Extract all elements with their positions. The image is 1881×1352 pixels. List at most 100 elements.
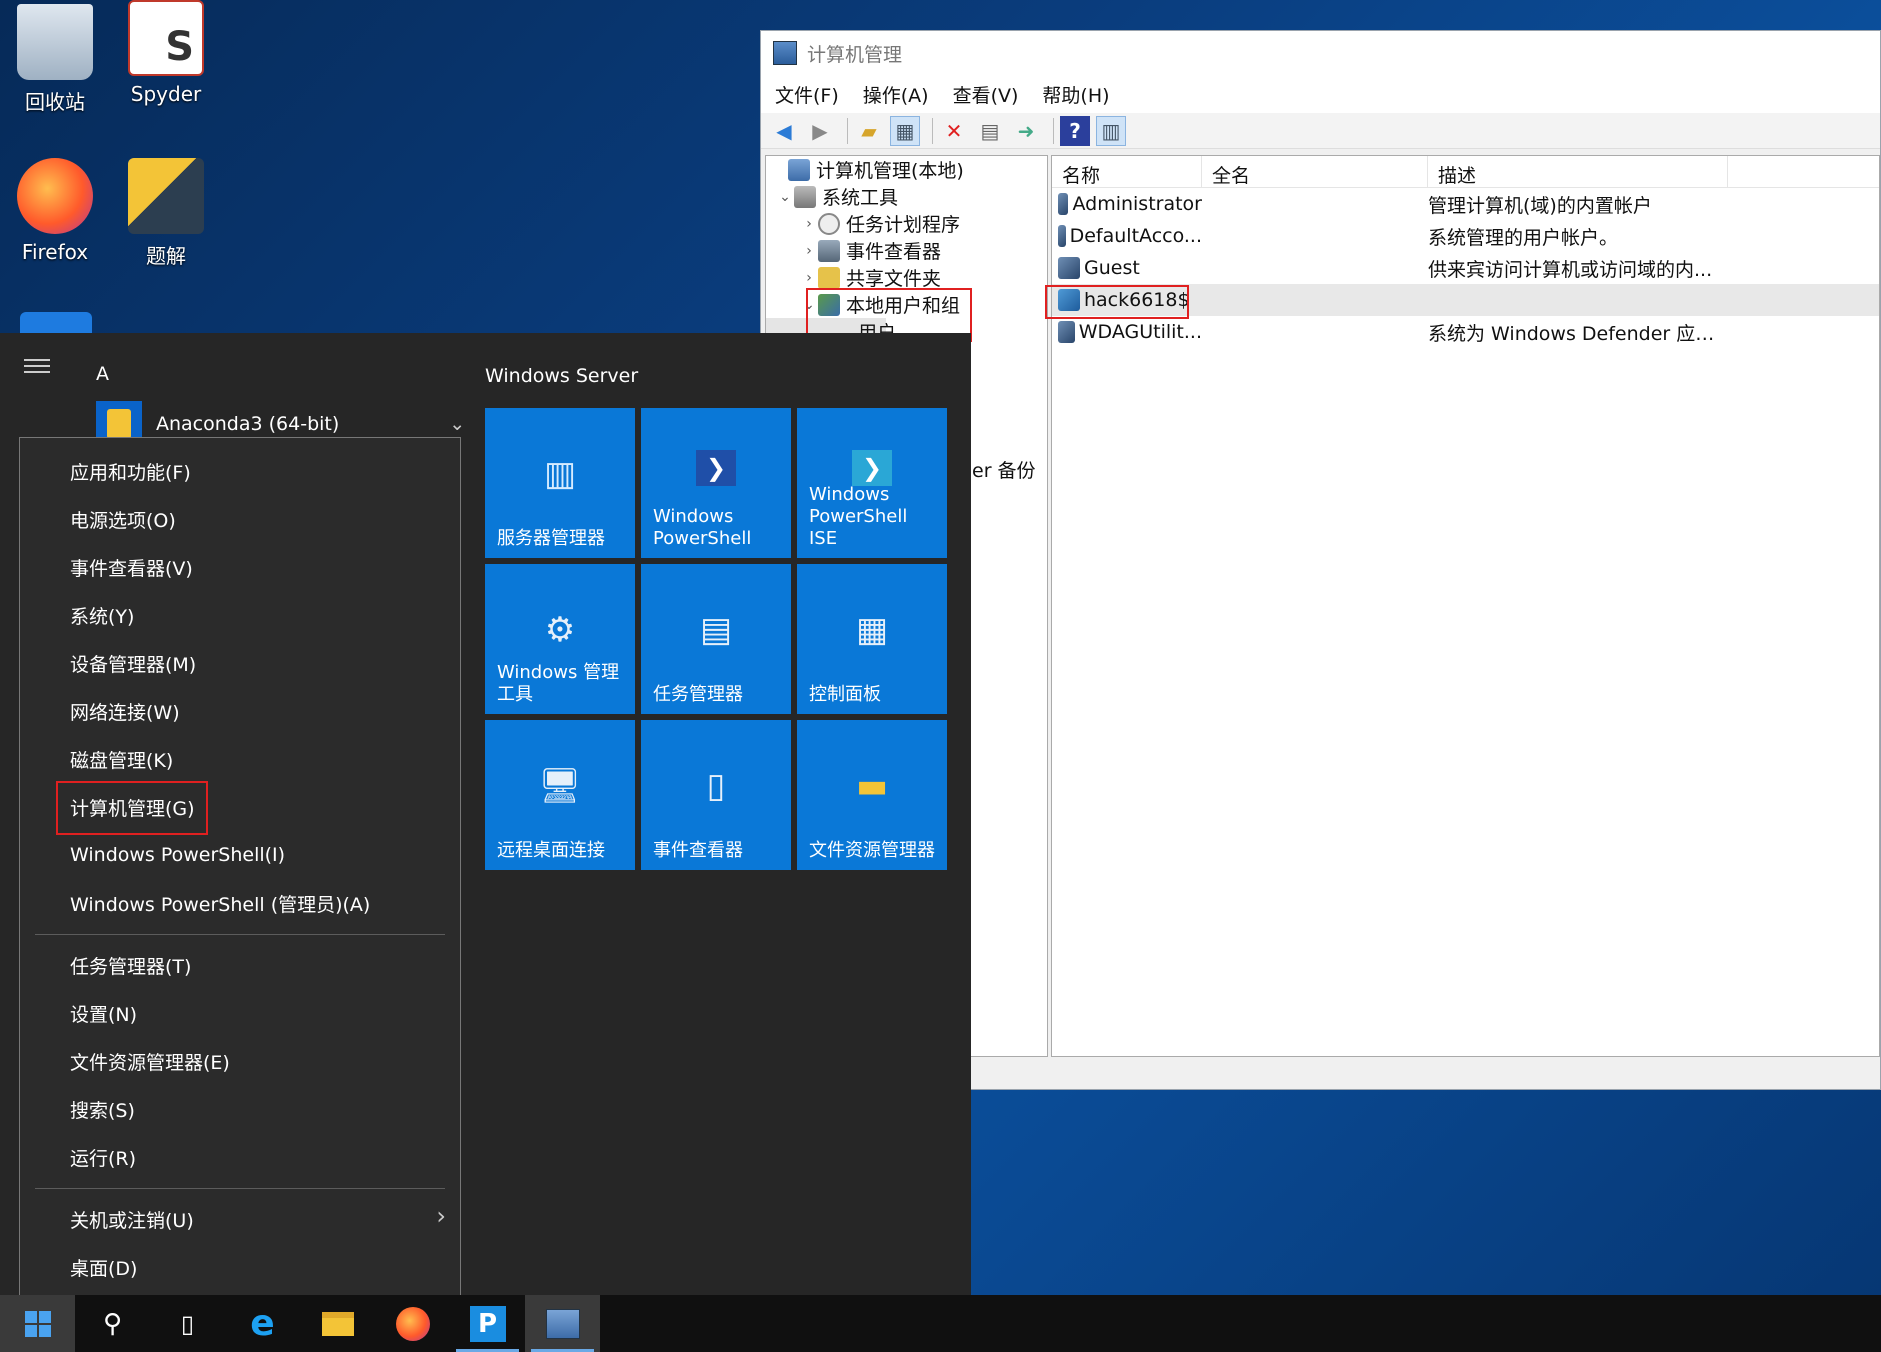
desktop-icon-firefox[interactable]: Firefox xyxy=(0,158,110,264)
chevron-down-icon: ⌄ xyxy=(449,413,466,435)
user-icon xyxy=(1058,193,1069,215)
file-explorer-button[interactable] xyxy=(300,1295,375,1352)
menu-item-shutdown[interactable]: 关机或注销(U) xyxy=(70,1204,194,1234)
user-row[interactable]: WDAGUtilit... 系统为 Windows Defender 应用... xyxy=(1052,316,1879,348)
user-row[interactable]: Guest 供来宾访问计算机或访问域的内... xyxy=(1052,252,1879,284)
search-icon: ⚲ xyxy=(102,1308,123,1339)
menu-item-search[interactable]: 搜索(S) xyxy=(70,1094,135,1124)
tree-partial-text: er 备份 xyxy=(972,460,1036,482)
user-icon xyxy=(1058,257,1080,279)
tree-item-shared-folders[interactable]: › 共享文件夹 xyxy=(766,264,1047,291)
menu-item-file-explorer[interactable]: 文件资源管理器(E) xyxy=(70,1046,230,1076)
title-bar[interactable]: 计算机管理 xyxy=(761,31,1880,75)
tree-arrow[interactable]: › xyxy=(800,243,818,259)
ie-button[interactable]: e xyxy=(225,1295,300,1352)
desktop-icon-python[interactable]: 题解 xyxy=(111,158,221,269)
app-list-letter[interactable]: A xyxy=(96,363,109,385)
back-icon[interactable]: ◀ xyxy=(769,116,799,146)
computer-management-button[interactable] xyxy=(525,1295,600,1352)
shared-folder-icon xyxy=(818,266,840,289)
forward-icon[interactable]: ▶ xyxy=(805,116,835,146)
tile-remote-desktop[interactable]: 🖥 远程桌面连接 xyxy=(485,720,635,870)
pycharm-icon: P xyxy=(469,1305,506,1342)
menu-item-run[interactable]: 运行(R) xyxy=(70,1142,136,1172)
tile-file-explorer[interactable]: ▬ 文件资源管理器 xyxy=(797,720,947,870)
computer-management-icon xyxy=(773,41,797,65)
column-description[interactable]: 描述 xyxy=(1428,156,1728,187)
menu-item-device-manager[interactable]: 设备管理器(M) xyxy=(70,648,196,678)
user-icon xyxy=(1058,225,1066,247)
menu-help[interactable]: 帮助(H) xyxy=(1042,81,1109,108)
menu-item-powershell[interactable]: Windows PowerShell(I) xyxy=(70,840,285,870)
admin-tools-icon: ⚙ xyxy=(544,610,576,650)
show-hide-tree-icon[interactable]: ▦ xyxy=(890,115,920,146)
menu-file[interactable]: 文件(F) xyxy=(775,81,839,108)
remote-desktop-icon: 🖥 xyxy=(538,766,582,806)
up-folder-icon[interactable]: ▰ xyxy=(854,116,884,146)
control-panel-icon: ▦ xyxy=(855,610,889,650)
task-view-button[interactable]: ▯ xyxy=(150,1295,225,1352)
firefox-icon xyxy=(395,1306,430,1341)
column-name[interactable]: 名称 xyxy=(1052,156,1202,187)
tree-item-computer-management[interactable]: 计算机管理(本地) xyxy=(766,156,1047,183)
highlight-hack-user xyxy=(1045,285,1189,319)
python-icon xyxy=(128,158,204,234)
menu-item-apps-features[interactable]: 应用和功能(F) xyxy=(70,456,191,486)
tile-task-manager[interactable]: ▤ 任务管理器 xyxy=(641,564,791,714)
spyder-icon: S xyxy=(128,0,204,76)
menu-bar: 文件(F) 操作(A) 查看(V) 帮助(H) xyxy=(761,75,1880,113)
chevron-right-icon: › xyxy=(436,1202,446,1230)
list-header: 名称 全名 描述 xyxy=(1052,156,1879,188)
tile-powershell[interactable]: ❯ Windows PowerShell xyxy=(641,408,791,558)
export-list-icon[interactable]: ➜ xyxy=(1011,116,1041,146)
tree-arrow[interactable]: ⌄ xyxy=(776,189,794,205)
menu-item-powershell-admin[interactable]: Windows PowerShell (管理员)(A) xyxy=(70,888,370,918)
tree-item-event-viewer[interactable]: › 事件查看器 xyxy=(766,237,1047,264)
menu-item-desktop[interactable]: 桌面(D) xyxy=(70,1252,137,1282)
delete-icon[interactable]: ✕ xyxy=(939,116,969,146)
menu-item-event-viewer[interactable]: 事件查看器(V) xyxy=(70,552,193,582)
tree-item-system-tools[interactable]: ⌄ 系统工具 xyxy=(766,183,1047,210)
desktop-icon-spyder[interactable]: S Spyder xyxy=(111,0,221,106)
tree-arrow[interactable]: › xyxy=(800,216,818,232)
tile-server-manager[interactable]: ▥ 服务器管理器 xyxy=(485,408,635,558)
help-icon[interactable]: ? xyxy=(1060,115,1090,146)
properties-icon[interactable]: ▤ xyxy=(975,116,1005,146)
menu-action[interactable]: 操作(A) xyxy=(863,81,929,108)
tree-arrow[interactable]: › xyxy=(800,270,818,286)
hamburger-icon[interactable] xyxy=(24,365,50,367)
action-pane-icon[interactable]: ▥ xyxy=(1096,115,1126,146)
powershell-icon: ❯ xyxy=(696,450,736,486)
tile-control-panel[interactable]: ▦ 控制面板 xyxy=(797,564,947,714)
menu-item-power-options[interactable]: 电源选项(O) xyxy=(70,504,176,534)
menu-item-disk-management[interactable]: 磁盘管理(K) xyxy=(70,744,173,774)
tree-item-task-scheduler[interactable]: › 任务计划程序 xyxy=(766,210,1047,237)
toolbar: ◀ ▶ ▰ ▦ ✕ ▤ ➜ ? ▥ xyxy=(761,113,1880,149)
user-icon xyxy=(1058,321,1075,343)
tiles-group-title: Windows Server xyxy=(485,365,639,387)
menu-item-network-connections[interactable]: 网络连接(W) xyxy=(70,696,180,726)
taskbar: ⚲ ▯ e P xyxy=(0,1295,1881,1352)
menu-item-system[interactable]: 系统(Y) xyxy=(70,600,134,630)
menu-item-settings[interactable]: 设置(N) xyxy=(70,998,137,1028)
tile-powershell-ise[interactable]: ❯ Windows PowerShell ISE xyxy=(797,408,947,558)
menu-item-task-manager[interactable]: 任务管理器(T) xyxy=(70,950,191,980)
user-row[interactable]: Administrator 管理计算机(域)的内置帐户 xyxy=(1052,188,1879,220)
clock-icon xyxy=(818,212,840,235)
pycharm-button[interactable]: P xyxy=(450,1295,525,1352)
user-row[interactable]: DefaultAcco... 系统管理的用户帐户。 xyxy=(1052,220,1879,252)
tile-admin-tools[interactable]: ⚙ Windows 管理工具 xyxy=(485,564,635,714)
firefox-button[interactable] xyxy=(375,1295,450,1352)
toolbar-separator xyxy=(847,117,848,144)
tile-event-viewer[interactable]: ▯ 事件查看器 xyxy=(641,720,791,870)
recycle-bin-icon xyxy=(17,4,93,80)
menu-separator xyxy=(35,1188,445,1189)
menu-separator xyxy=(35,934,445,935)
file-explorer-icon xyxy=(321,1311,354,1336)
menu-view[interactable]: 查看(V) xyxy=(953,81,1019,108)
task-view-icon: ▯ xyxy=(180,1309,195,1338)
start-button[interactable] xyxy=(0,1295,75,1352)
column-full-name[interactable]: 全名 xyxy=(1202,156,1428,187)
desktop-icon-recycle-bin[interactable]: 回收站 xyxy=(0,4,110,115)
search-button[interactable]: ⚲ xyxy=(75,1295,150,1352)
